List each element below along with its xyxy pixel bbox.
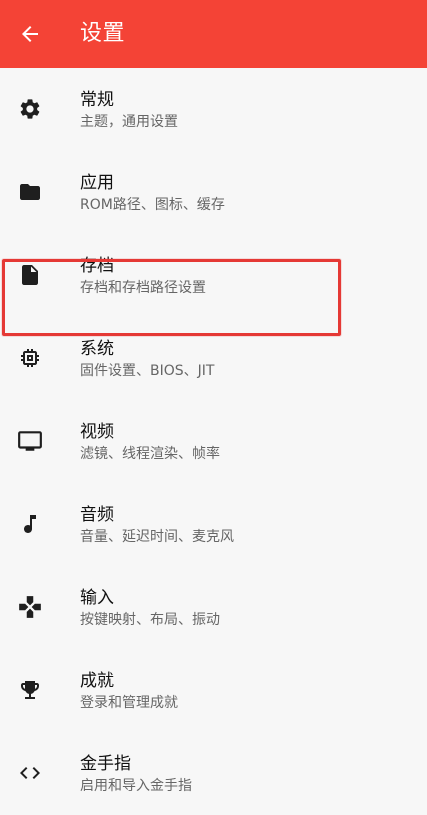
app-bar: 设置 <box>0 0 427 68</box>
settings-item-cheats[interactable]: 金手指 启用和导入金手指 <box>0 732 427 815</box>
file-icon <box>17 262 43 288</box>
settings-item-subtitle: 存档和存档路径设置 <box>80 280 206 296</box>
settings-item-system[interactable]: 系统 固件设置、BIOS、JIT <box>0 317 427 400</box>
settings-item-video[interactable]: 视频 滤镜、线程渲染、帧率 <box>0 400 427 483</box>
settings-item-title: 成就 <box>80 671 114 691</box>
settings-item-title: 存档 <box>80 256 114 276</box>
settings-item-app[interactable]: 应用 ROM路径、图标、缓存 <box>0 151 427 234</box>
settings-item-subtitle: ROM路径、图标、缓存 <box>80 197 225 213</box>
settings-item-title: 系统 <box>80 339 114 359</box>
music-note-icon <box>17 511 43 537</box>
settings-item-title: 常规 <box>80 90 114 110</box>
settings-item-title: 输入 <box>80 588 114 608</box>
arrow-back-icon <box>18 22 42 46</box>
monitor-icon <box>17 428 43 454</box>
settings-item-subtitle: 音量、延迟时间、麦克风 <box>80 529 234 545</box>
page-title: 设置 <box>80 21 126 46</box>
settings-item-subtitle: 按键映射、布局、振动 <box>80 612 220 628</box>
settings-item-achievements[interactable]: 成就 登录和管理成就 <box>0 649 427 732</box>
settings-item-title: 应用 <box>80 173 114 193</box>
back-button[interactable] <box>14 18 46 50</box>
settings-item-subtitle: 登录和管理成就 <box>80 695 178 711</box>
folder-icon <box>17 179 43 205</box>
gear-icon <box>17 96 43 122</box>
settings-item-subtitle: 主题，通用设置 <box>80 114 178 130</box>
settings-list: 常规 主题，通用设置 应用 ROM路径、图标、缓存 存档 存档和存档路径设置 系… <box>0 68 427 815</box>
settings-item-title: 金手指 <box>80 754 131 774</box>
settings-item-subtitle: 滤镜、线程渲染、帧率 <box>80 446 220 462</box>
settings-item-input[interactable]: 输入 按键映射、布局、振动 <box>0 566 427 649</box>
settings-item-title: 音频 <box>80 505 114 525</box>
dpad-icon <box>17 594 43 620</box>
settings-item-saves[interactable]: 存档 存档和存档路径设置 <box>0 234 427 317</box>
settings-item-audio[interactable]: 音频 音量、延迟时间、麦克风 <box>0 483 427 566</box>
settings-item-general[interactable]: 常规 主题，通用设置 <box>0 68 427 151</box>
trophy-icon <box>17 677 43 703</box>
settings-item-subtitle: 固件设置、BIOS、JIT <box>80 363 215 379</box>
settings-item-subtitle: 启用和导入金手指 <box>80 778 192 794</box>
code-icon <box>17 760 43 786</box>
chip-icon <box>17 345 43 371</box>
settings-item-title: 视频 <box>80 422 114 442</box>
